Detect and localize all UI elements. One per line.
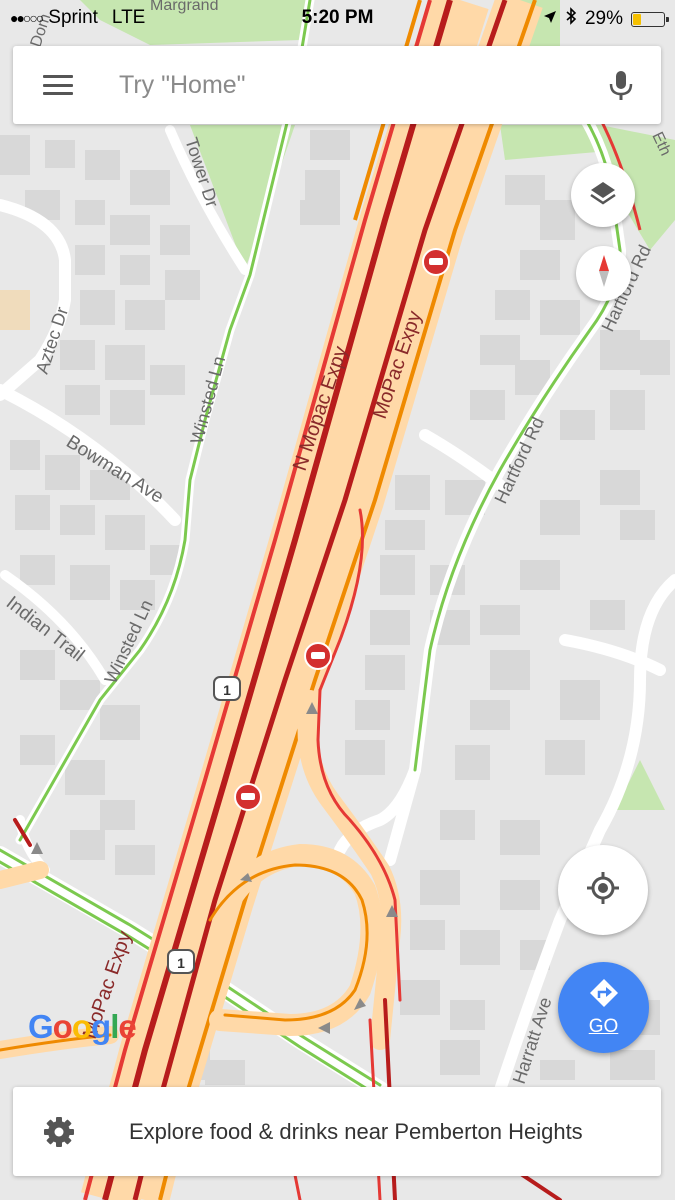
route-shield: 1 [167, 949, 195, 974]
search-input[interactable]: Try "Home" [119, 71, 601, 100]
hamburger-menu-icon[interactable] [43, 75, 73, 95]
google-logo: Google [28, 1008, 137, 1045]
location-arrow-icon [543, 8, 557, 30]
crash-incident-icon[interactable] [422, 248, 450, 276]
layers-button[interactable] [571, 163, 635, 227]
status-bar: ●●○○○ Sprint LTE 5:20 PM 29% [0, 0, 675, 36]
directions-icon [588, 977, 620, 1014]
go-label: GO [588, 1016, 619, 1037]
layers-icon [588, 178, 618, 213]
battery-icon [631, 11, 669, 27]
gear-icon[interactable] [41, 1114, 77, 1150]
bluetooth-icon [565, 7, 577, 31]
route-shield: 1 [213, 676, 241, 701]
explore-card[interactable]: Explore food & drinks near Pemberton Hei… [13, 1087, 661, 1176]
my-location-icon [585, 870, 621, 911]
explore-text: Explore food & drinks near Pemberton Hei… [129, 1118, 583, 1144]
compass-button[interactable] [576, 246, 631, 301]
go-directions-button[interactable]: GO [558, 962, 649, 1053]
battery-percent: 29% [584, 8, 623, 29]
crash-incident-icon[interactable] [234, 783, 262, 811]
compass-icon [592, 253, 616, 294]
microphone-icon[interactable] [601, 65, 641, 105]
route-shield-label: 1 [223, 682, 231, 698]
crash-incident-icon[interactable] [304, 642, 332, 670]
route-shield-label: 1 [177, 955, 185, 971]
search-bar[interactable]: Try "Home" [13, 46, 661, 124]
my-location-button[interactable] [558, 845, 648, 935]
